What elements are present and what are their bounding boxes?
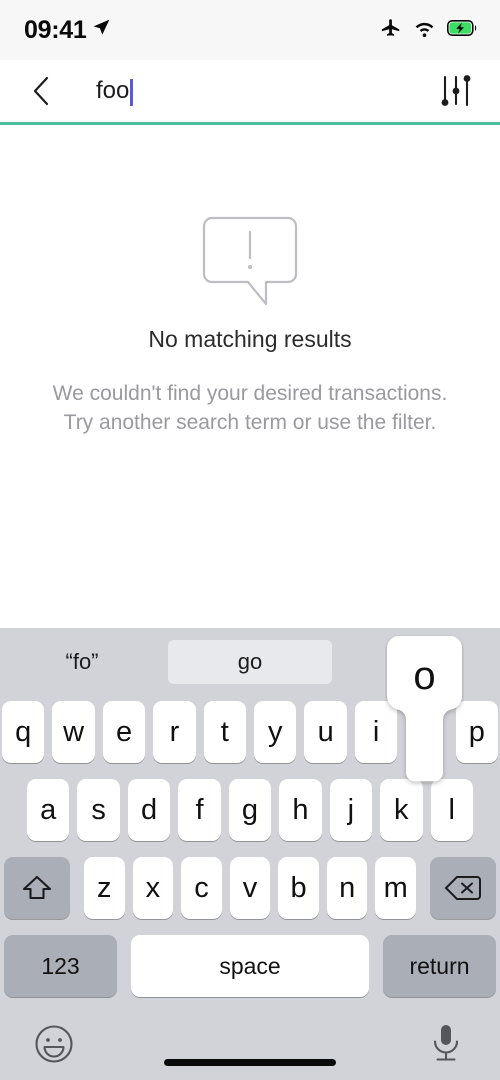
search-input-value: foo xyxy=(96,77,130,104)
return-key[interactable]: return xyxy=(383,935,496,997)
key-e[interactable]: e xyxy=(102,701,146,763)
key-y[interactable]: y xyxy=(254,701,297,763)
key-v[interactable]: v xyxy=(229,857,271,919)
empty-state-subtitle-line-1: We couldn't find your desired transactio… xyxy=(52,382,448,405)
phone-screen: 09:41 foo No matching results We couldn'… xyxy=(0,0,500,1080)
search-header: foo xyxy=(0,60,500,122)
microphone-button[interactable] xyxy=(422,1020,470,1068)
empty-state-subtitle-line-2: Try another search term or use the filte… xyxy=(63,411,437,434)
keyboard-suggestion-bar: “fo” go xyxy=(0,628,500,696)
key-s[interactable]: s xyxy=(77,779,120,841)
key-a[interactable]: a xyxy=(27,779,70,841)
key-m[interactable]: m xyxy=(375,857,417,919)
key-n[interactable]: n xyxy=(326,857,368,919)
chevron-left-icon xyxy=(33,76,49,106)
keyboard-row-3-letters: z x c v b n m xyxy=(78,857,422,919)
home-indicator xyxy=(164,1059,336,1066)
keyboard-row-1: q w e r t y u i o p o xyxy=(0,636,500,782)
keyboard-row-3: z x c v b n m xyxy=(0,852,500,924)
space-key[interactable]: space xyxy=(131,935,369,997)
key-d[interactable]: d xyxy=(127,779,171,841)
airplane-mode-icon xyxy=(380,17,402,44)
back-button[interactable] xyxy=(30,71,64,111)
suggestion-selected[interactable]: go xyxy=(168,640,332,684)
status-bar-clock: 09:41 xyxy=(24,15,87,44)
location-arrow-icon xyxy=(92,18,111,42)
key-j[interactable]: j xyxy=(329,779,373,841)
key-p[interactable]: p xyxy=(455,701,499,763)
key-k[interactable]: k xyxy=(380,779,423,841)
numbers-key[interactable]: 123 xyxy=(4,935,117,997)
suggestion-selected-label: go xyxy=(237,649,263,674)
key-g[interactable]: g xyxy=(228,779,272,841)
key-r[interactable]: r xyxy=(153,701,196,763)
emoji-smiley-icon xyxy=(35,1025,73,1063)
suggestion-literal[interactable]: “fo” xyxy=(0,640,164,684)
backspace-key[interactable] xyxy=(430,857,496,919)
speech-bubble-alert-icon xyxy=(202,210,298,306)
text-caret xyxy=(130,78,134,106)
key-q[interactable]: q xyxy=(2,701,45,763)
empty-state: No matching results We couldn't find you… xyxy=(0,210,500,437)
search-input[interactable]: foo xyxy=(64,71,434,111)
battery-charging-icon xyxy=(447,19,478,41)
status-bar: 09:41 xyxy=(0,0,500,60)
key-o[interactable]: o xyxy=(405,701,447,763)
shift-arrow-icon xyxy=(22,875,52,900)
shift-key[interactable] xyxy=(4,857,70,919)
results-area: No matching results We couldn't find you… xyxy=(0,125,500,628)
emoji-button[interactable] xyxy=(30,1020,78,1068)
keyboard: “fo” go q w e r t y u i o p xyxy=(0,628,500,1080)
backspace-delete-icon xyxy=(444,876,481,900)
key-h[interactable]: h xyxy=(279,779,322,841)
filter-sliders-icon xyxy=(441,75,471,107)
key-i[interactable]: i xyxy=(354,701,398,763)
suggestion-literal-label: “fo” xyxy=(65,649,99,674)
key-l[interactable]: l xyxy=(430,779,473,841)
key-w[interactable]: w xyxy=(52,701,95,763)
key-t[interactable]: t xyxy=(203,701,247,763)
key-f[interactable]: f xyxy=(178,779,221,841)
empty-state-title: No matching results xyxy=(148,326,352,352)
wifi-icon xyxy=(413,19,436,42)
key-b[interactable]: b xyxy=(278,857,319,919)
keyboard-row-4: 123 space return xyxy=(0,930,500,1002)
keyboard-accessory-row xyxy=(0,1008,500,1080)
microphone-icon xyxy=(433,1025,459,1061)
key-x[interactable]: x xyxy=(132,857,174,919)
suggestion-third[interactable] xyxy=(336,640,500,684)
status-bar-left: 09:41 xyxy=(24,16,111,45)
key-u[interactable]: u xyxy=(304,701,347,763)
filter-button[interactable] xyxy=(434,69,478,113)
status-bar-right xyxy=(380,17,478,44)
keyboard-row-2: a s d f g h j k l xyxy=(0,774,500,846)
key-z[interactable]: z xyxy=(84,857,125,919)
key-c[interactable]: c xyxy=(181,857,222,919)
